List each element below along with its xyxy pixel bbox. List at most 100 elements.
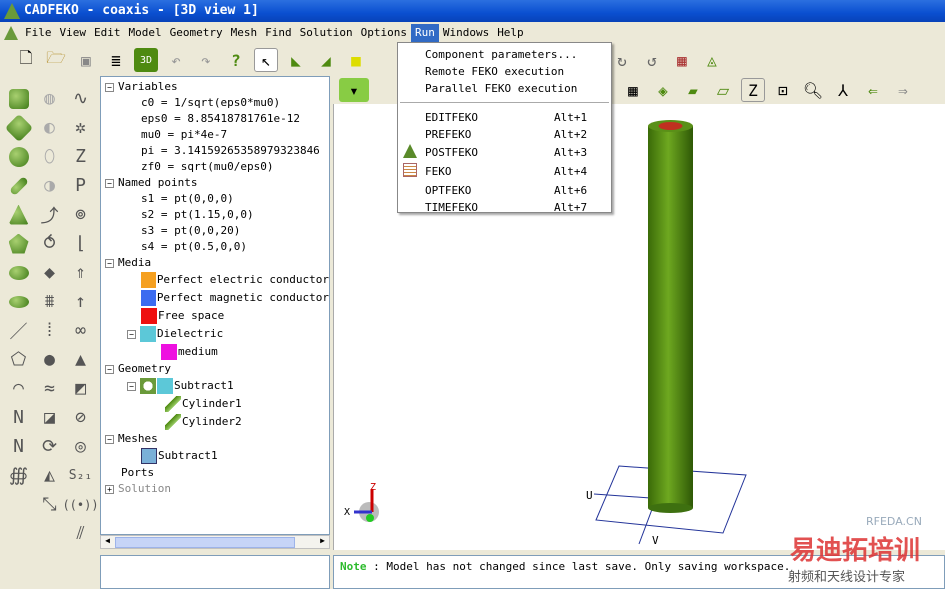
collapse-icon[interactable]: −	[105, 434, 114, 444]
workplane-icon[interactable]: ▰	[681, 78, 705, 102]
select-pointer-icon[interactable]: ↖	[254, 48, 278, 72]
menu-find[interactable]: Find	[261, 24, 296, 42]
open-folder-icon[interactable]: 🗁	[44, 48, 68, 72]
sphere-icon[interactable]	[3, 142, 34, 171]
cylinder-icon[interactable]	[3, 171, 34, 200]
tree-item[interactable]: Subtract1	[105, 447, 329, 465]
triangle-icon[interactable]: ▲	[65, 345, 96, 374]
menu-item-postfeko[interactable]: POSTFEKO Alt+3	[398, 143, 611, 162]
expand-icon[interactable]: +	[105, 484, 114, 494]
save-icon[interactable]: ▣	[74, 48, 98, 72]
scroll-left-icon[interactable]: ◀	[101, 536, 114, 548]
scale-icon[interactable]: ◪	[34, 403, 65, 432]
tree-meshes[interactable]: − Meshes	[105, 431, 329, 447]
select-edge-icon[interactable]: ◢	[314, 48, 338, 72]
menu-item-prefeko[interactable]: PREFEKO Alt+2	[398, 126, 611, 143]
collapse-icon[interactable]: −	[105, 178, 114, 188]
tree-media[interactable]: − Media	[105, 255, 329, 271]
tree-solution[interactable]: + Solution	[105, 481, 329, 497]
tree-item[interactable]: mu0 = pi*4e-7	[105, 127, 329, 143]
extrude-icon[interactable]: ⤴	[34, 200, 65, 229]
tree-item[interactable]: eps0 = 8.85418781761e-12	[105, 111, 329, 127]
menu-model[interactable]: Model	[125, 24, 166, 42]
collapse-icon[interactable]: −	[105, 82, 114, 92]
smith-icon[interactable]: ◎	[65, 432, 96, 461]
tree-item[interactable]: zf0 = sqrt(mu0/eps0)	[105, 159, 329, 175]
tree-named-points[interactable]: − Named points	[105, 175, 329, 191]
select-face-icon[interactable]: ◣	[284, 48, 308, 72]
select-region-icon[interactable]: ■	[344, 48, 368, 72]
sweep-icon[interactable]: ◆	[34, 258, 65, 287]
resize-icon[interactable]: ⤡	[34, 490, 65, 519]
plane-wave-icon[interactable]: ◩	[65, 374, 96, 403]
view-cube-dropdown[interactable]: ▾	[339, 78, 369, 102]
menu-windows[interactable]: Windows	[439, 24, 493, 42]
plane-icon[interactable]: ◈	[651, 78, 675, 102]
feko-run-icon[interactable]: ▦	[670, 48, 694, 72]
ellipse-icon[interactable]	[3, 258, 34, 287]
sphere-surface-icon[interactable]: ◍	[34, 84, 65, 113]
menu-options[interactable]: Options	[357, 24, 411, 42]
workplane-tilt-icon[interactable]: ⏥	[711, 78, 735, 102]
tree-item[interactable]: − Subtract1	[105, 377, 329, 395]
menu-geometry[interactable]: Geometry	[166, 24, 227, 42]
menu-item-component-parameters[interactable]: Component parameters...	[398, 46, 611, 63]
far-field-icon[interactable]: ⊘	[65, 403, 96, 432]
coax-cylinder[interactable]	[648, 120, 693, 513]
cuboid-icon[interactable]	[3, 84, 34, 113]
menu-run[interactable]: Run	[410, 24, 439, 42]
tree-geometry[interactable]: − Geometry	[105, 361, 329, 377]
view-z-icon[interactable]: Z	[741, 78, 765, 102]
link-icon[interactable]: ∞	[65, 316, 96, 345]
menu-view[interactable]: View	[56, 24, 91, 42]
rotate-back-icon[interactable]: ↺	[640, 48, 664, 72]
tree-ports[interactable]: Ports	[105, 465, 329, 481]
tree-item[interactable]: − Dielectric	[105, 325, 329, 343]
tree-item[interactable]: Perfect magnetic conductor	[105, 289, 329, 307]
menu-item-optfeko[interactable]: OPTFEKO Alt+6	[398, 182, 611, 199]
line-icon[interactable]: ／	[3, 316, 34, 345]
3d-view-icon[interactable]: 3D	[134, 48, 158, 72]
radiation-icon[interactable]: ((•))	[62, 490, 98, 519]
menu-help[interactable]: Help	[493, 24, 528, 42]
helix-icon[interactable]: ∰	[3, 461, 34, 490]
cone-icon[interactable]	[3, 200, 34, 229]
tree-item[interactable]: Cylinder1	[105, 395, 329, 413]
menu-solution[interactable]: Solution	[296, 24, 357, 42]
tree-item[interactable]: s1 = pt(0,0,0)	[105, 191, 329, 207]
polyline-icon[interactable]: ⬠	[3, 345, 34, 374]
collapse-icon[interactable]: −	[105, 258, 114, 268]
axes-icon[interactable]: ⅄	[831, 78, 855, 102]
arc-icon[interactable]: ◠	[3, 374, 34, 403]
undo-icon[interactable]: ↶	[164, 48, 188, 72]
redo-icon[interactable]: ↷	[194, 48, 218, 72]
tree-item[interactable]: c0 = 1/sqrt(eps0*mu0)	[105, 95, 329, 111]
z-icon[interactable]: Z	[65, 142, 96, 171]
polygon-icon[interactable]	[3, 229, 34, 258]
nurbs-icon[interactable]: N	[3, 432, 34, 461]
half-sphere-icon[interactable]: ◐	[34, 113, 65, 142]
new-file-icon[interactable]: 🗋	[14, 48, 38, 72]
p-icon[interactable]: P	[65, 171, 96, 200]
menu-file[interactable]: File	[21, 24, 56, 42]
refresh-icon[interactable]: ⟳	[34, 432, 65, 461]
arrow-up-icon[interactable]: ⇑	[65, 258, 96, 287]
ellipsoid-icon[interactable]: ⬯	[34, 142, 65, 171]
zoom-extents-icon[interactable]: ⊡	[771, 78, 795, 102]
forward-icon[interactable]: ⇒	[891, 78, 915, 102]
help-pointer-icon[interactable]: ?	[224, 48, 248, 72]
annulus-icon[interactable]	[3, 287, 34, 316]
back-icon[interactable]: ⇐	[861, 78, 885, 102]
move-up-icon[interactable]: ↑	[65, 287, 96, 316]
grid-icon[interactable]: ▦	[621, 78, 645, 102]
tree-item[interactable]: s4 = pt(0.5,0,0)	[105, 239, 329, 255]
menu-item-feko[interactable]: FEKO Alt+4	[398, 162, 611, 182]
tree-item[interactable]: Cylinder2	[105, 413, 329, 431]
menu-item-parallel-feko[interactable]: Parallel FEKO execution	[398, 80, 611, 97]
tree-item[interactable]: Perfect electric conductor	[105, 271, 329, 289]
tree-item[interactable]: Free space	[105, 307, 329, 325]
mesh-surface-icon[interactable]: ⩩	[34, 287, 65, 316]
menu-item-timefeko[interactable]: TIMEFEKO Alt+7	[398, 199, 611, 216]
cylinder-part-icon[interactable]: ◑	[34, 171, 65, 200]
collapse-icon[interactable]: −	[127, 381, 136, 391]
